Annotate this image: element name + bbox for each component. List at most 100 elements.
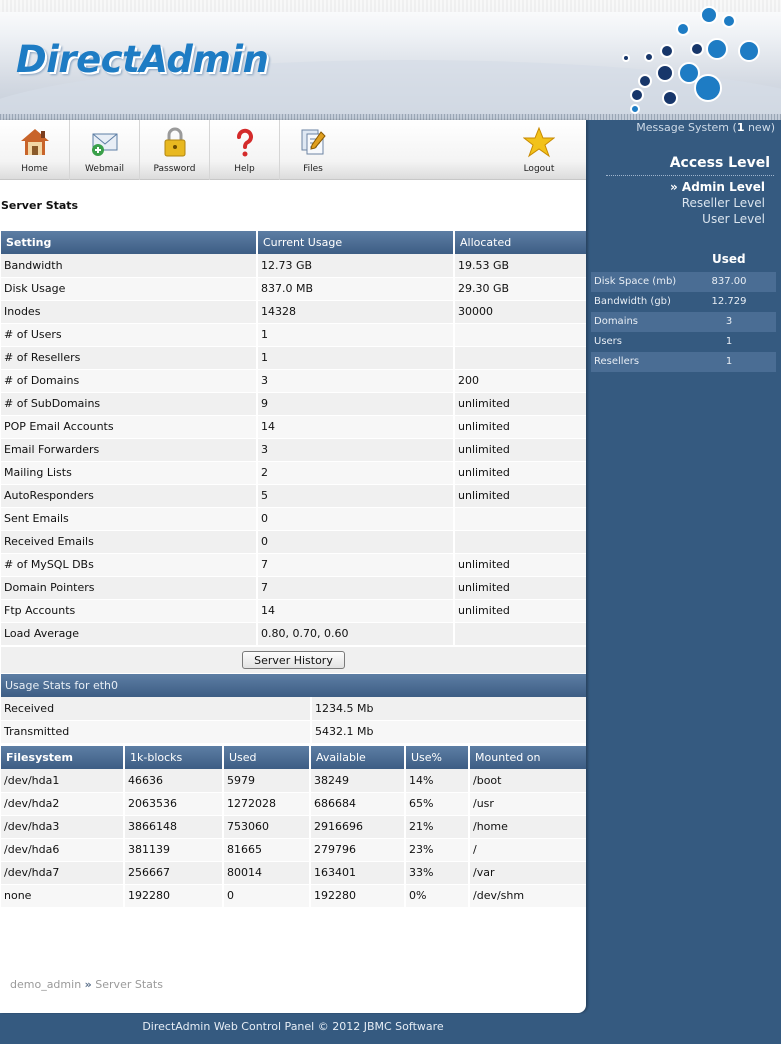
column-header: Available <box>310 746 406 769</box>
toolbar-password-button[interactable]: Password <box>140 120 210 180</box>
stats-cell: 29.30 GB <box>454 277 586 301</box>
filesystem-row: none 192280 0 192280 0%/dev/shm <box>1 884 586 908</box>
server-history-button[interactable]: Server History <box>242 651 345 669</box>
stats-cell: unlimited <box>454 461 586 485</box>
usage-value: 1 <box>725 336 733 347</box>
stats-row: Email Forwarders 3 unlimited <box>1 438 586 462</box>
stats-cell: 2 <box>257 461 455 485</box>
stats-row: Inodes 14328 30000 <box>1 300 586 324</box>
stats-cell: 1 <box>257 346 455 370</box>
logo-dot <box>630 88 644 102</box>
filesystem-cell: 0% <box>405 884 470 908</box>
toolbar-files-button[interactable]: Files <box>280 120 346 180</box>
stats-cell: unlimited <box>454 484 586 508</box>
stats-cell: Load Average <box>1 622 258 646</box>
question-mark-icon <box>236 128 253 157</box>
stats-row: # of Users 1 <box>1 323 586 347</box>
eth-stats-header: Usage Stats for eth0 <box>1 674 586 697</box>
usage-row: Domains 3 <box>591 312 776 332</box>
access-level-title: Access Level <box>669 155 770 171</box>
stats-cell: # of SubDomains <box>1 392 258 416</box>
server-history-row: Server History <box>1 647 586 674</box>
toolbar-help-label: Help <box>234 164 255 174</box>
stats-cell: # of Domains <box>1 369 258 393</box>
usage-label: Disk Space (mb) <box>594 276 677 287</box>
toolbar-help-button[interactable]: Help <box>210 120 280 180</box>
eth-stats-table: Received 1234.5 Mb Transmitted 5432.1 Mb <box>1 697 586 744</box>
logo-dot <box>690 42 704 56</box>
filesystem-cell: 2916696 <box>310 815 406 839</box>
files-icon <box>301 129 326 155</box>
logo-dot <box>706 38 728 60</box>
eth-cell: Received <box>1 697 312 721</box>
stats-cell: Ftp Accounts <box>1 599 258 623</box>
message-system-link[interactable]: Message System (1 new) <box>586 120 781 136</box>
filesystem-cell: /var <box>469 861 586 885</box>
access-level-user[interactable]: User Level <box>702 212 765 226</box>
stats-cell: 0.80, 0.70, 0.60 <box>257 622 455 646</box>
filesystem-cell: 1272028 <box>223 792 311 816</box>
filesystem-cell: /dev/hda6 <box>1 838 125 862</box>
stats-cell: Sent Emails <box>1 507 258 531</box>
stats-row: # of Domains 3 200 <box>1 369 586 393</box>
toolbar-logout-label: Logout <box>523 164 555 174</box>
eth-cell: 1234.5 Mb <box>311 697 586 721</box>
stats-row: Received Emails 0 <box>1 530 586 554</box>
usage-label: Resellers <box>594 356 640 367</box>
eth-row: Received 1234.5 Mb <box>1 697 586 721</box>
access-level-reseller[interactable]: Reseller Level <box>682 196 765 210</box>
filesystem-cell: /dev/hda7 <box>1 861 125 885</box>
directadmin-logo[interactable]: DirectAdmin <box>16 38 269 81</box>
stats-row: # of MySQL DBs 7 unlimited <box>1 553 586 577</box>
stats-row: # of SubDomains 9 unlimited <box>1 392 586 416</box>
breadcrumb-user-link[interactable]: demo_admin <box>10 978 81 991</box>
toolbar-home-button[interactable]: Home <box>0 120 70 180</box>
stats-cell: Bandwidth <box>1 254 258 278</box>
eth-row: Transmitted 5432.1 Mb <box>1 720 586 744</box>
stats-row: Mailing Lists 2 unlimited <box>1 461 586 485</box>
stats-cell: 7 <box>257 553 455 577</box>
stats-cell: unlimited <box>454 415 586 439</box>
stats-cell: 3 <box>257 438 455 462</box>
stats-cell: Mailing Lists <box>1 461 258 485</box>
filesystem-cell: 279796 <box>310 838 406 862</box>
usage-label: Bandwidth (gb) <box>594 296 671 307</box>
usage-label: Users <box>594 336 623 347</box>
stats-cell: Email Forwarders <box>1 438 258 462</box>
toolbar-logout-button[interactable]: Logout <box>505 120 573 180</box>
logo-dot <box>738 40 760 62</box>
filesystem-cell: 23% <box>405 838 470 862</box>
filesystem-cell: 5979 <box>223 769 311 793</box>
filesystem-cell: 192280 <box>124 884 224 908</box>
usage-value: 3 <box>725 316 733 327</box>
logo-dot <box>638 74 652 88</box>
filesystem-row: /dev/hda3 3866148 753060 2916696 21%/home <box>1 815 586 839</box>
filesystem-cell: / <box>469 838 586 862</box>
breadcrumb: demo_admin » Server Stats <box>10 978 163 991</box>
access-level-admin[interactable]: » Admin Level <box>670 180 765 194</box>
logo-dot <box>660 44 674 58</box>
server-stats-table: Setting Current Usage Allocated Bandwidt… <box>1 231 586 646</box>
stats-cell: Disk Usage <box>1 277 258 301</box>
toolbar-webmail-button[interactable]: Webmail <box>70 120 140 180</box>
stats-cell: # of Users <box>1 323 258 347</box>
filesystem-cell: 2063536 <box>124 792 224 816</box>
filesystem-cell: /home <box>469 815 586 839</box>
usage-row: Bandwidth (gb) 12.729 <box>591 292 776 312</box>
stats-row: Domain Pointers 7 unlimited <box>1 576 586 600</box>
usage-value: 12.729 <box>711 296 747 307</box>
stats-cell: 14328 <box>257 300 455 324</box>
filesystem-cell: 81665 <box>223 838 311 862</box>
filesystem-cell: /dev/hda2 <box>1 792 125 816</box>
stats-cell: 837.0 MB <box>257 277 455 301</box>
column-header: Used <box>223 746 311 769</box>
stats-cell <box>454 323 586 347</box>
stats-cell: Received Emails <box>1 530 258 554</box>
toolbar-home-label: Home <box>21 164 48 174</box>
envelope-icon <box>91 133 117 156</box>
logo-dot <box>722 14 736 28</box>
logo-dot <box>700 6 718 24</box>
column-header: 1k-blocks <box>124 746 224 769</box>
stats-cell: 12.73 GB <box>257 254 455 278</box>
column-header: Mounted on <box>469 746 586 769</box>
